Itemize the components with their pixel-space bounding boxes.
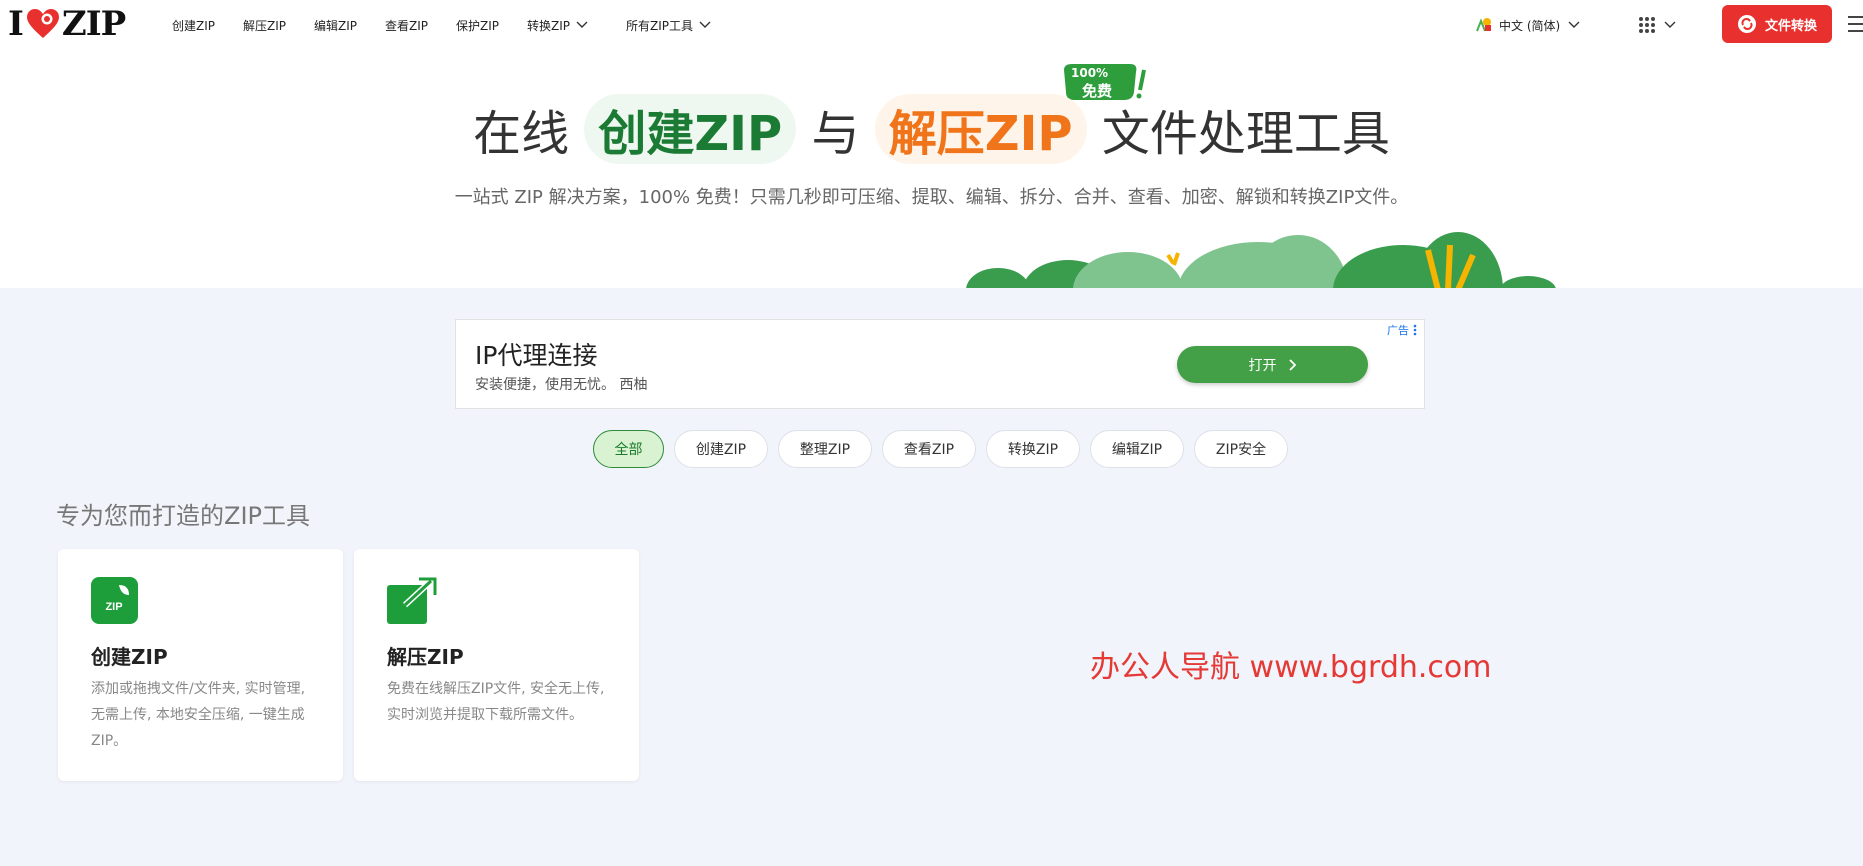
nav-label: 创建ZIP [172,18,215,33]
tool-card-create-zip[interactable]: ZIP 创建ZIP 添加或拖拽文件/文件夹, 实时管理, 无需上传, 本地安全压… [58,549,343,781]
advertisement-banner[interactable]: IP代理连接 安装便捷，使用无忧。 西柚 打开 广告 [455,319,1425,409]
title-extract-zip: 解压ZIP [874,94,1087,164]
more-vertical-icon [1413,324,1417,336]
nav-all-tools-dropdown[interactable]: 所有ZIP工具 [626,17,711,34]
language-selector[interactable]: 中文 (简体) [1475,0,1580,50]
logo-text-zip: ZIP [61,4,126,44]
main-nav: 创建ZIP 解压ZIP 编辑ZIP 查看ZIP 保护ZIP 转换ZIP 所有ZI… [172,0,739,50]
filter-organize-zip[interactable]: 整理ZIP [778,430,872,468]
nav-edit-zip[interactable]: 编辑ZIP [314,17,357,34]
logo-text-i: I [8,4,24,44]
filter-all[interactable]: 全部 [593,430,664,468]
ad-label[interactable]: 广告 [1387,322,1418,338]
ad-open-button[interactable]: 打开 [1177,346,1368,383]
nav-label: 查看ZIP [385,18,428,33]
filter-zip-security[interactable]: ZIP安全 [1194,430,1288,468]
nav-label: 编辑ZIP [314,18,357,33]
nav-label: 保护ZIP [456,18,499,33]
hero-section: 100% 免费 在线 创建ZIP 与 解压ZIP 文件处理工具 一站式 ZIP … [0,50,1863,288]
chevron-down-icon [1664,21,1676,28]
hero-subtitle: 一站式 ZIP 解决方案，100% 免费！只需几秒即可压缩、提取、编辑、拆分、合… [454,187,1409,208]
title-prefix: 在线 [473,106,570,162]
bushes-illustration [966,232,1556,288]
category-filters: 全部 创建ZIP 整理ZIP 查看ZIP 转换ZIP 编辑ZIP ZIP安全 [593,430,1298,468]
nav-convert-zip-dropdown[interactable]: 转换ZIP [527,17,588,34]
ad-button-label: 打开 [1248,357,1277,374]
svg-text:ZIP: ZIP [105,601,122,613]
nav-extract-zip[interactable]: 解压ZIP [243,17,286,34]
language-flag-icon [1476,18,1491,32]
title-and: 与 [811,106,860,162]
site-logo[interactable]: I ZIP [8,4,126,44]
hero-title: 在线 创建ZIP 与 解压ZIP 文件处理工具 [0,94,1863,164]
nav-label: 解压ZIP [243,18,286,33]
ad-description: 安装便捷，使用无忧。 西柚 [475,377,648,393]
badge-percent: 100% [1071,66,1109,80]
filter-view-zip[interactable]: 查看ZIP [882,430,976,468]
filter-edit-zip[interactable]: 编辑ZIP [1090,430,1184,468]
card-title: 创建ZIP [91,645,168,669]
nav-protect-zip[interactable]: 保护ZIP [456,17,499,34]
filter-create-zip[interactable]: 创建ZIP [674,430,768,468]
chevron-down-icon [1568,21,1580,28]
nav-label: 转换ZIP [527,18,570,33]
grid-apps-icon [1639,17,1655,33]
chevron-down-icon [699,21,711,28]
extract-arrow-icon [387,577,437,624]
ad-title: IP代理连接 [475,341,598,370]
ad-label-text: 广告 [1387,324,1409,337]
chevron-right-icon [1288,358,1296,371]
title-suffix: 文件处理工具 [1101,106,1390,162]
card-description: 免费在线解压ZIP文件, 安全无上传, 实时浏览并提取下载所需文件。 [387,681,605,723]
apps-menu[interactable] [1638,0,1676,50]
section-title: 专为您而打造的ZIP工具 [56,502,310,530]
convert-icon [1737,15,1756,33]
card-title: 解压ZIP [387,645,464,669]
zip-file-icon: ZIP [91,577,138,624]
nav-label: 所有ZIP工具 [626,18,693,33]
language-label: 中文 (简体) [1499,18,1561,33]
filter-convert-zip[interactable]: 转换ZIP [986,430,1080,468]
heart-logo-icon [26,9,59,38]
chevron-down-icon [576,21,588,28]
card-description: 添加或拖拽文件/文件夹, 实时管理, 无需上传, 本地安全压缩, 一键生成ZIP… [91,681,306,749]
watermark-text: 办公人导航 www.bgrdh.com [1090,650,1492,685]
nav-view-zip[interactable]: 查看ZIP [385,17,428,34]
nav-create-zip[interactable]: 创建ZIP [172,17,215,34]
file-convert-button[interactable]: 文件转换 [1722,5,1832,43]
title-create-zip: 创建ZIP [584,94,797,164]
convert-button-label: 文件转换 [1764,18,1817,34]
hamburger-menu-icon[interactable] [1848,15,1863,33]
top-header: I ZIP 创建ZIP 解压ZIP 编辑ZIP 查看ZIP 保护ZIP 转换ZI… [0,0,1863,50]
tool-card-extract-zip[interactable]: 解压ZIP 免费在线解压ZIP文件, 安全无上传, 实时浏览并提取下载所需文件。 [354,549,639,781]
